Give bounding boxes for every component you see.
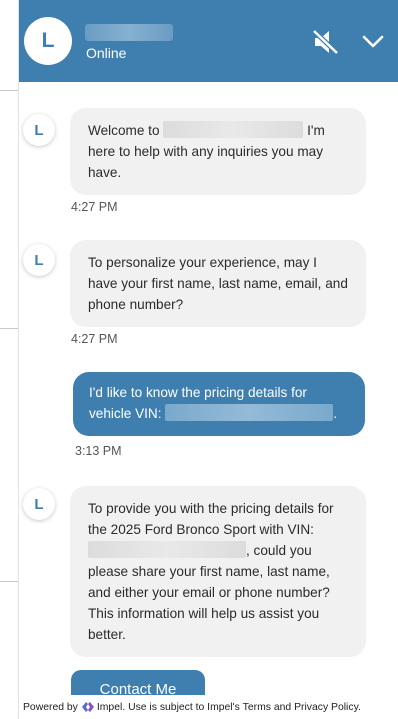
dealer-name-redacted	[163, 121, 304, 138]
agent-name-redacted	[85, 24, 173, 41]
message-text: To provide you with the pricing details …	[88, 501, 334, 537]
footer-use-text: Use is subject to Impel's	[128, 701, 240, 713]
chat-header: L Online	[19, 0, 398, 82]
footer: Powered by Impel. Use is subject to Impe…	[19, 695, 398, 719]
agent-avatar: L	[23, 488, 55, 520]
agent-message-bubble: To personalize your experience, may I ha…	[70, 240, 366, 327]
speaker-muted-icon	[312, 29, 339, 55]
message-text: Welcome to	[88, 123, 160, 138]
vin-redacted	[165, 404, 334, 421]
message-text: .	[333, 406, 338, 421]
user-message-bubble: I'd like to know the pricing details for…	[73, 372, 365, 436]
mute-button[interactable]	[311, 28, 341, 56]
page-divider	[0, 581, 18, 582]
footer-powered-by: Powered by	[23, 701, 78, 713]
chevron-down-icon	[362, 35, 384, 48]
privacy-policy-link[interactable]: Privacy Policy.	[294, 702, 361, 713]
message-timestamp: 3:13 PM	[75, 444, 122, 458]
agent-avatar: L	[23, 244, 55, 276]
impel-logo-icon	[81, 702, 94, 712]
agent-avatar: L	[23, 114, 55, 146]
page-divider	[0, 90, 18, 91]
vin-redacted	[88, 541, 246, 558]
chat-widget: L Online L Welcome to I'm here to help w…	[18, 0, 398, 719]
message-timestamp: 4:27 PM	[71, 200, 118, 214]
message-timestamp: 4:27 PM	[71, 332, 118, 346]
footer-brand: Impel.	[96, 701, 126, 713]
collapse-button[interactable]	[360, 31, 386, 53]
agent-avatar: L	[24, 17, 72, 65]
terms-link[interactable]: Terms	[243, 702, 271, 713]
page-divider	[0, 328, 18, 329]
footer-and: and	[273, 701, 292, 713]
agent-message-bubble: To provide you with the pricing details …	[70, 486, 366, 657]
agent-message-bubble: Welcome to I'm here to help with any inq…	[70, 108, 366, 195]
agent-status: Online	[86, 45, 127, 61]
